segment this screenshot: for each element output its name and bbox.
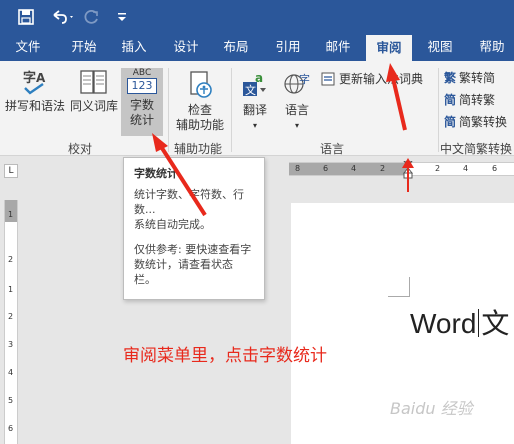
thesaurus-icon bbox=[80, 70, 107, 94]
traditional-to-simplified-button[interactable]: 繁 繁转简 bbox=[444, 69, 495, 87]
spelling-label: 拼写和语法 bbox=[4, 99, 65, 113]
ribbon-separator bbox=[168, 68, 169, 152]
svg-text:字: 字 bbox=[299, 72, 310, 86]
accessibility-label-1: 检查 bbox=[187, 103, 212, 117]
word-count-tooltip: 字数统计 统计字数、字符数、行数... 系统自动完成。 仅供参考: 要快速查看字数… bbox=[123, 157, 265, 300]
tab-design[interactable]: 设计 bbox=[164, 33, 208, 61]
spelling-grammar-button[interactable]: 字A 拼写和语法 bbox=[4, 68, 66, 114]
ruler-number: 5 bbox=[8, 396, 14, 405]
thesaurus-label: 同义词库 bbox=[69, 99, 118, 113]
ruler-number: 6 bbox=[8, 424, 14, 433]
ruler-number: 8 bbox=[295, 164, 301, 173]
ruler-number: 4 bbox=[351, 164, 357, 173]
translate-dropdown-icon[interactable]: ▾ bbox=[236, 118, 274, 133]
ruler-number: 4 bbox=[8, 368, 14, 377]
svg-text:a: a bbox=[255, 71, 263, 85]
horizontal-ruler[interactable]: 8 6 4 2 2 4 6 bbox=[289, 161, 514, 179]
ruler-number: 1 bbox=[8, 210, 14, 219]
language-icon: 字 bbox=[284, 72, 310, 94]
check-accessibility-button[interactable]: 检查 辅助功能 bbox=[172, 70, 228, 133]
document-text[interactable]: Word 文 bbox=[410, 302, 509, 342]
word-count-button[interactable]: ABC 123 字数 统计 bbox=[121, 68, 163, 128]
tooltip-note: 仅供参考: 要快速查看字数统计，请查看状态栏。 bbox=[134, 243, 252, 286]
ruler-number: 2 bbox=[8, 312, 14, 321]
word-count-icon-abc: ABC bbox=[132, 68, 152, 78]
group-proofing-label: 校对 bbox=[68, 142, 93, 156]
svg-text:字: 字 bbox=[23, 70, 36, 86]
word-count-icon-num: 123 bbox=[127, 78, 157, 94]
tab-help[interactable]: 帮助 bbox=[470, 33, 514, 61]
update-ime-dictionary-button[interactable]: 更新输入法词典 bbox=[320, 70, 423, 88]
word-count-label-1: 字数 bbox=[129, 98, 154, 112]
tab-file[interactable]: 文件 bbox=[6, 33, 50, 61]
watermark: Baidu 经验 bbox=[390, 399, 473, 418]
ruler-number: 4 bbox=[463, 164, 469, 173]
customize-qat-icon[interactable] bbox=[112, 7, 132, 27]
word-count-icon: ABC 123 bbox=[127, 68, 157, 98]
ribbon-separator bbox=[438, 68, 439, 152]
tooltip-line: 统计字数、字符数、行数... 系统自动完成。 bbox=[134, 187, 254, 232]
svg-text:文: 文 bbox=[245, 83, 256, 97]
traditional-icon: 繁 bbox=[444, 71, 457, 85]
language-dropdown-icon[interactable]: ▾ bbox=[278, 118, 316, 133]
chinese-conversion-button[interactable]: 简 简繁转换 bbox=[444, 113, 507, 131]
chinese-conversion-label: 简繁转换 bbox=[459, 115, 508, 129]
translate-button[interactable]: 文a 翻译 ▾ bbox=[236, 70, 274, 133]
ruler-number: 1 bbox=[8, 285, 14, 294]
ime-dictionary-icon bbox=[321, 72, 335, 86]
tab-layout[interactable]: 布局 bbox=[214, 33, 258, 61]
tab-mailings[interactable]: 邮件 bbox=[316, 33, 360, 61]
ruler-number: 3 bbox=[8, 340, 14, 349]
language-label: 语言 bbox=[284, 103, 309, 117]
tab-home[interactable]: 开始 bbox=[62, 33, 106, 61]
accessibility-label-2: 辅助功能 bbox=[175, 118, 224, 132]
tab-view[interactable]: 视图 bbox=[418, 33, 462, 61]
group-language-label: 语言 bbox=[320, 142, 345, 156]
page-margin-marker bbox=[388, 277, 410, 297]
tooltip-line-1: 统计字数、字符数、行数... bbox=[134, 188, 244, 216]
language-button[interactable]: 字 语言 ▾ bbox=[278, 70, 316, 133]
simplified-to-traditional-label: 简转繁 bbox=[459, 93, 496, 107]
tab-references[interactable]: 引用 bbox=[266, 33, 310, 61]
ruler-margin bbox=[289, 163, 407, 175]
indent-marker-icon[interactable] bbox=[403, 161, 413, 179]
tab-review[interactable]: 审阅 bbox=[366, 35, 412, 61]
redo-icon[interactable] bbox=[82, 7, 102, 27]
ruler-number: 2 bbox=[8, 255, 14, 264]
undo-icon[interactable] bbox=[50, 7, 76, 27]
document-text-before: Word bbox=[410, 308, 477, 339]
svg-text:A: A bbox=[36, 71, 46, 85]
vertical-ruler[interactable]: 1 2 1 2 3 4 5 6 bbox=[4, 200, 18, 444]
annotation-text: 审阅菜单里，点击字数统计 bbox=[123, 346, 327, 366]
ruler-number: 6 bbox=[492, 164, 498, 173]
translate-icon: 文a bbox=[243, 71, 266, 97]
simplified-to-traditional-button[interactable]: 简 简转繁 bbox=[444, 91, 495, 109]
ruler-number: 2 bbox=[380, 164, 386, 173]
tooltip-line-2: 系统自动完成。 bbox=[134, 218, 211, 231]
text-cursor bbox=[478, 309, 480, 337]
group-accessibility-label: 辅助功能 bbox=[174, 142, 223, 156]
document-text-after: 文 bbox=[481, 308, 510, 339]
title-bar bbox=[0, 0, 514, 33]
ruler-number: 6 bbox=[323, 164, 329, 173]
convert-icon: 简 bbox=[444, 115, 457, 129]
simplified-icon: 简 bbox=[444, 93, 457, 107]
traditional-to-simplified-label: 繁转简 bbox=[459, 71, 496, 85]
tooltip-title: 字数统计 bbox=[134, 167, 178, 180]
group-chinese-conversion-label: 中文简繁转换 bbox=[440, 142, 513, 156]
save-icon[interactable] bbox=[16, 7, 36, 27]
word-count-label-2: 统计 bbox=[129, 113, 154, 127]
spelling-icon: 字A bbox=[23, 70, 46, 95]
update-ime-label: 更新输入法词典 bbox=[339, 72, 424, 86]
translate-label: 翻译 bbox=[242, 103, 267, 117]
ribbon-tabs: 文件 开始 插入 设计 布局 引用 邮件 审阅 视图 帮助 bbox=[0, 33, 514, 61]
tab-selector[interactable]: L bbox=[4, 164, 18, 178]
ruler-number: 2 bbox=[435, 164, 441, 173]
tab-insert[interactable]: 插入 bbox=[112, 33, 156, 61]
accessibility-icon bbox=[190, 71, 212, 98]
thesaurus-button[interactable]: 同义词库 bbox=[68, 68, 120, 114]
ribbon-separator bbox=[231, 68, 232, 152]
